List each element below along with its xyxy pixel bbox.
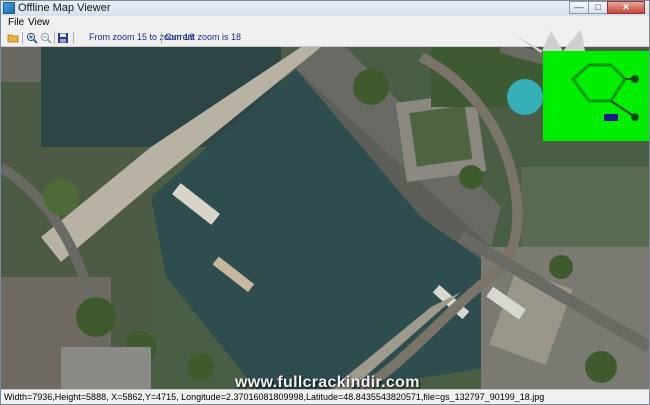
minimize-button[interactable]: —: [569, 1, 589, 14]
status-coordinates: Width=7936,Height=5888, X=5862,Y=4715, L…: [4, 392, 545, 402]
zoom-out-icon[interactable]: [40, 32, 52, 44]
app-icon: [3, 2, 15, 14]
title-bar[interactable]: Offline Map Viewer — □ ✕: [1, 1, 649, 16]
toolbar-separator: [22, 32, 23, 44]
open-folder-icon[interactable]: [7, 32, 19, 44]
menu-view[interactable]: View: [28, 17, 50, 28]
close-button[interactable]: ✕: [607, 1, 645, 14]
toolbar-separator: [161, 32, 162, 44]
toolbar-separator: [54, 32, 55, 44]
app-window: Offline Map Viewer — □ ✕ File View From …: [0, 0, 650, 405]
maximize-button[interactable]: □: [588, 1, 608, 14]
watermark-text: www.fullcrackindir.com: [235, 374, 420, 391]
toolbar-separator: [73, 32, 74, 44]
window-title: Offline Map Viewer: [18, 2, 111, 14]
save-icon[interactable]: [57, 32, 69, 44]
menu-file[interactable]: File: [8, 17, 24, 28]
window-controls: — □ ✕: [569, 1, 645, 14]
watermark-logo: [501, 21, 649, 151]
zoom-in-icon[interactable]: [26, 32, 38, 44]
current-zoom-label: Current zoom is 18: [165, 32, 242, 42]
